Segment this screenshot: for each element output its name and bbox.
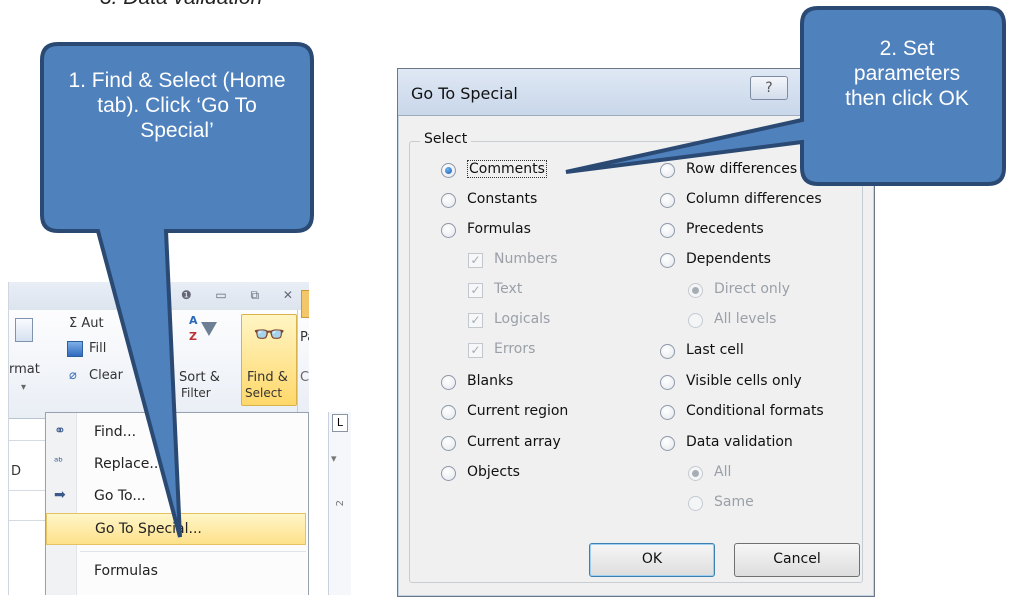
callout-1-text: 1. Find & Select (Home tab). Click ‘Go T… bbox=[68, 69, 286, 142]
callout-2-text: 2. Set parameters then click OK bbox=[845, 37, 969, 110]
